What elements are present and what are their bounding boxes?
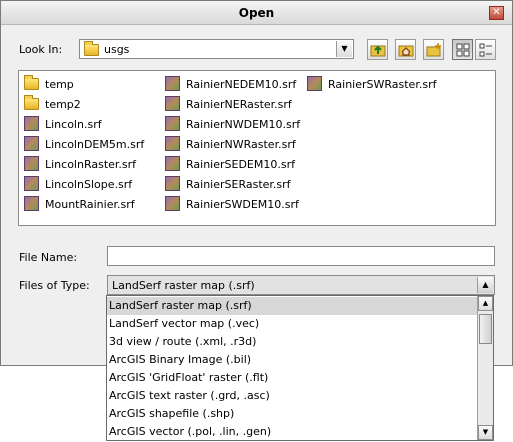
file-item[interactable]: MountRainier.srf: [24, 195, 135, 213]
raster-map-icon: [165, 76, 181, 92]
file-item[interactable]: RainierSEDEM10.srf: [165, 155, 295, 173]
file-name: MountRainier.srf: [45, 197, 135, 211]
raster-map-icon: [24, 176, 40, 192]
file-name: RainierNEDEM10.srf: [186, 77, 297, 91]
file-item[interactable]: RainierNERaster.srf: [165, 95, 292, 113]
file-item[interactable]: RainierSERaster.srf: [165, 175, 291, 193]
file-item[interactable]: temp: [24, 75, 74, 93]
scroll-down-button[interactable]: ▼: [478, 425, 493, 440]
look-in-combo[interactable]: usgs ▼: [79, 39, 354, 59]
raster-map-icon: [24, 196, 40, 212]
file-type-option[interactable]: ArcGIS Binary Image (.bil): [107, 351, 477, 369]
list-view-button[interactable]: [452, 39, 473, 60]
details-view-button[interactable]: [475, 39, 496, 60]
file-list[interactable]: temp temp2 Lincoln.srf LincolnDEM5m.srf Linc…: [18, 70, 496, 226]
file-type-option[interactable]: LandSerf raster map (.srf): [107, 297, 477, 315]
file-name: RainierSERaster.srf: [186, 177, 291, 191]
raster-map-icon: [307, 76, 323, 92]
details-view-icon: [479, 43, 492, 56]
raster-map-icon: [165, 176, 181, 192]
file-name: RainierNWRaster.srf: [186, 137, 296, 151]
file-item[interactable]: LincolnDEM5m.srf: [24, 135, 144, 153]
look-in-value: usgs: [104, 43, 130, 56]
files-of-type-value: LandSerf raster map (.srf): [112, 279, 255, 292]
chevron-down-icon[interactable]: ▼: [336, 41, 352, 57]
file-name-field[interactable]: [107, 246, 495, 266]
folder-icon: [84, 41, 99, 59]
home-folder-icon: [398, 45, 413, 56]
raster-map-icon: [165, 116, 181, 132]
home-button[interactable]: [395, 39, 416, 60]
folder-icon: [24, 95, 40, 112]
raster-map-icon: [165, 136, 181, 152]
file-item[interactable]: RainierNWRaster.srf: [165, 135, 296, 153]
file-type-option[interactable]: ArcGIS vector (.pol, .lin, .gen): [107, 423, 477, 441]
files-of-type-label: Files of Type:: [19, 279, 90, 292]
file-name: temp: [45, 77, 74, 91]
list-view-icon: [456, 43, 469, 56]
file-item[interactable]: RainierNEDEM10.srf: [165, 75, 296, 93]
title-bar[interactable]: Open ✕: [1, 1, 512, 25]
file-name: RainierNWDEM10.srf: [186, 117, 301, 131]
file-item[interactable]: RainierSWRaster.srf: [307, 75, 436, 93]
file-name: RainierSWDEM10.srf: [186, 197, 299, 211]
raster-map-icon: [24, 136, 40, 152]
file-item[interactable]: RainierNWDEM10.srf: [165, 115, 300, 133]
raster-map-icon: [165, 96, 181, 112]
dialog-title: Open: [238, 6, 275, 20]
file-name: RainierSWRaster.srf: [328, 77, 437, 91]
dropdown-scrollbar[interactable]: ▲ ▼: [477, 296, 493, 440]
file-name: temp2: [45, 97, 81, 111]
file-item[interactable]: LincolnRaster.srf: [24, 155, 136, 173]
file-type-dropdown[interactable]: LandSerf raster map (.srf) LandSerf vecto…: [106, 295, 494, 441]
file-name: LincolnSlope.srf: [45, 177, 133, 191]
raster-map-icon: [24, 156, 40, 172]
file-name: LincolnRaster.srf: [45, 157, 137, 171]
new-folder-icon: [426, 42, 441, 56]
scroll-thumb[interactable]: [479, 314, 492, 344]
close-button[interactable]: ✕: [489, 6, 504, 20]
file-item[interactable]: RainierSWDEM10.srf: [165, 195, 299, 213]
new-folder-button[interactable]: [423, 39, 444, 60]
file-name-label: File Name:: [19, 251, 78, 264]
raster-map-icon: [24, 116, 40, 132]
file-item[interactable]: Lincoln.srf: [24, 115, 102, 133]
file-name: Lincoln.srf: [45, 117, 102, 131]
chevron-up-icon[interactable]: ▲: [477, 277, 493, 293]
look-in-label: Look In:: [19, 43, 63, 56]
file-type-option[interactable]: LandSerf vector map (.vec): [107, 315, 477, 333]
up-one-level-button[interactable]: [367, 39, 388, 60]
raster-map-icon: [165, 196, 181, 212]
file-type-option[interactable]: ArcGIS shapefile (.shp): [107, 405, 477, 423]
file-type-option[interactable]: 3d view / route (.xml, .r3d): [107, 333, 477, 351]
raster-map-icon: [165, 156, 181, 172]
file-name: LincolnDEM5m.srf: [45, 137, 145, 151]
file-type-option[interactable]: ArcGIS text raster (.grd, .asc): [107, 387, 477, 405]
files-of-type-combo[interactable]: LandSerf raster map (.srf) ▲: [107, 275, 495, 295]
folder-up-icon: [370, 45, 385, 56]
folder-icon: [24, 75, 40, 92]
file-type-option[interactable]: ArcGIS 'GridFloat' raster (.flt): [107, 369, 477, 387]
file-item[interactable]: LincolnSlope.srf: [24, 175, 132, 193]
file-name: RainierNERaster.srf: [186, 97, 292, 111]
file-name: RainierSEDEM10.srf: [186, 157, 295, 171]
file-item[interactable]: temp2: [24, 95, 81, 113]
scroll-up-button[interactable]: ▲: [478, 296, 493, 311]
